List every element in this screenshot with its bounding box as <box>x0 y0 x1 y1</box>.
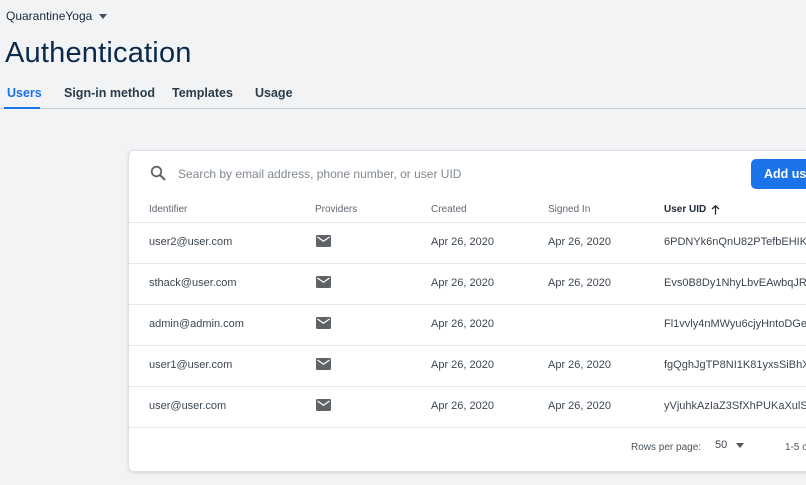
search-input[interactable] <box>178 163 578 185</box>
column-header-created[interactable]: Created <box>431 204 467 215</box>
cell-user-uid: fgQghJgTP8NI1K81yxsSiBhXt <box>664 359 806 371</box>
mail-icon <box>316 276 331 288</box>
arrow-up-icon <box>711 204 720 214</box>
column-header-user-uid-label: User UID <box>664 204 707 215</box>
cell-signed-in: Apr 26, 2020 <box>548 277 611 289</box>
mail-icon <box>316 317 331 329</box>
table-row[interactable]: sthack@user.com Apr 26, 2020 Apr 26, 202… <box>129 264 806 305</box>
table-row[interactable]: admin@admin.com Apr 26, 2020 Fl1vvly4nMW… <box>129 305 806 346</box>
table-header: Identifier Providers Created Signed In U… <box>129 197 806 223</box>
project-name: QuarantineYoga <box>6 9 93 23</box>
add-user-button[interactable]: Add user <box>751 159 806 189</box>
cell-created: Apr 26, 2020 <box>431 318 494 330</box>
cell-signed-in: Apr 26, 2020 <box>548 359 611 371</box>
mail-icon <box>316 358 331 370</box>
cell-identifier: user@user.com <box>149 400 227 412</box>
mail-icon <box>316 399 331 411</box>
project-selector[interactable]: QuarantineYoga <box>6 9 108 23</box>
cell-identifier: user1@user.com <box>149 359 233 371</box>
pagination: Rows per page: 50 1-5 of 5 <box>129 427 806 467</box>
caret-down-icon <box>736 442 745 448</box>
page: QuarantineYoga Authentication Users Sign… <box>0 0 806 485</box>
cell-created: Apr 26, 2020 <box>431 400 494 412</box>
cell-user-uid: Fl1vvly4nMWyu6cjyHntoDGep <box>664 318 806 330</box>
search-bar: Add user <box>129 151 806 197</box>
rows-per-page-value: 50 <box>715 439 728 451</box>
mail-icon <box>316 235 331 247</box>
cell-identifier: admin@admin.com <box>149 318 244 330</box>
cell-signed-in: Apr 26, 2020 <box>548 400 611 412</box>
cell-identifier: sthack@user.com <box>149 277 237 289</box>
caret-down-icon <box>99 14 108 19</box>
users-card: Add user Identifier Providers Created Si… <box>128 150 806 472</box>
active-tab-indicator <box>4 107 40 109</box>
tab-templates[interactable]: Templates <box>172 86 233 100</box>
table-row[interactable]: user@user.com Apr 26, 2020 Apr 26, 2020 … <box>129 387 806 428</box>
rows-per-page-select[interactable]: 50 <box>715 439 745 451</box>
table-row[interactable]: user1@user.com Apr 26, 2020 Apr 26, 2020… <box>129 346 806 387</box>
cell-created: Apr 26, 2020 <box>431 236 494 248</box>
tab-bar: Users Sign-in method Templates Usage <box>0 82 806 109</box>
column-header-providers[interactable]: Providers <box>315 204 357 215</box>
cell-created: Apr 26, 2020 <box>431 277 494 289</box>
column-header-signed-in[interactable]: Signed In <box>548 204 590 215</box>
tab-usage[interactable]: Usage <box>255 86 293 100</box>
search-icon <box>150 165 166 181</box>
cell-signed-in: Apr 26, 2020 <box>548 236 611 248</box>
page-title: Authentication <box>5 37 192 69</box>
column-header-identifier[interactable]: Identifier <box>149 204 187 215</box>
tab-sign-in-method[interactable]: Sign-in method <box>64 86 155 100</box>
tab-users[interactable]: Users <box>7 86 42 100</box>
cell-user-uid: 6PDNYk6nQnU82PTefbEHIKY <box>664 236 806 248</box>
table-row[interactable]: user2@user.com Apr 26, 2020 Apr 26, 2020… <box>129 223 806 264</box>
users-table: Identifier Providers Created Signed In U… <box>129 197 806 428</box>
rows-per-page-label: Rows per page: <box>631 442 702 453</box>
cell-user-uid: Evs0B8Dy1NhyLbvEAwbqJRG <box>664 277 806 289</box>
tab-bar-divider <box>0 108 806 109</box>
cell-user-uid: yVjuhkAzIaZ3SfXhPUKaXulSf <box>664 400 806 412</box>
page-range-label: 1-5 of 5 <box>785 442 806 453</box>
cell-identifier: user2@user.com <box>149 236 233 248</box>
cell-created: Apr 26, 2020 <box>431 359 494 371</box>
column-header-user-uid[interactable]: User UID <box>664 204 720 215</box>
